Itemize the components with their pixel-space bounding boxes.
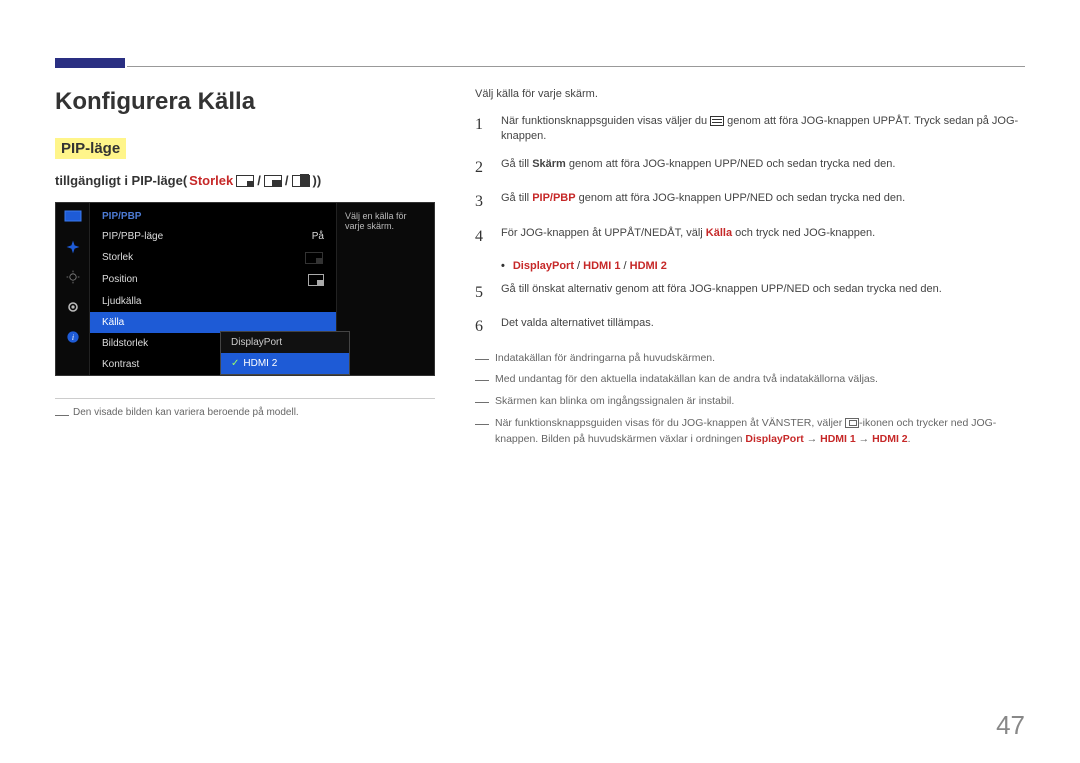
page-title: Konfigurera Källa (55, 88, 435, 116)
step-3: 3 Gå till PIP/PBP genom att föra JOG-kna… (475, 191, 1025, 213)
brightness-icon (63, 269, 83, 285)
osd-row: Position (90, 269, 336, 291)
size-icon (305, 252, 323, 264)
pip-badge: PIP-läge (55, 138, 126, 159)
osd-row-selected: Källa (90, 312, 336, 333)
cycle-icon (845, 418, 859, 428)
slash: / (285, 173, 289, 188)
header-rule (127, 66, 1025, 67)
dash-note: ―Indatakällan för ändringarna på huvudsk… (475, 351, 1025, 367)
dash-note: ―Med undantag för den aktuella indatakäl… (475, 372, 1025, 388)
osd-row: Storlek (90, 247, 336, 269)
osd-sidebar: i (56, 203, 90, 375)
svg-text:i: i (71, 333, 73, 342)
step-list-2: 5 Gå till önskat alternativ genom att fö… (475, 282, 1025, 339)
step-1: 1 När funktionsknappsguiden visas väljer… (475, 114, 1025, 145)
page-number: 47 (996, 710, 1025, 741)
dash-note: ―Skärmen kan blinka om ingångssignalen ä… (475, 394, 1025, 410)
subtitle-prefix: tillgängligt i PIP-läge( (55, 173, 187, 188)
submenu-item: DisplayPort (221, 332, 349, 353)
step-6: 6 Det valda alternativet tillämpas. (475, 316, 1025, 338)
check-icon: ✓ (231, 358, 239, 369)
menu-icon (710, 116, 724, 126)
size-small-icon (236, 175, 254, 187)
osd-main: PIP/PBP PIP/PBP-lägePå Storlek Position … (90, 203, 336, 375)
options-bullet: • DisplayPort / HDMI 1 / HDMI 2 (501, 260, 1025, 272)
osd-submenu: DisplayPort ✓HDMI 2 (220, 331, 350, 375)
dash-note-final: ― När funktionsknappsguiden visas för du… (475, 416, 1025, 448)
osd-row: Ljudkälla (90, 291, 336, 312)
position-icon (308, 274, 324, 286)
submenu-item-selected: ✓HDMI 2 (221, 353, 349, 374)
step-list: 1 När funktionsknappsguiden visas väljer… (475, 114, 1025, 248)
header-accent (55, 58, 125, 68)
nav-icon (63, 239, 83, 255)
footnote-text: Den visade bilden kan variera beroende p… (73, 407, 299, 421)
intro-text: Välj källa för varje skärm. (475, 88, 1025, 100)
step-4: 4 För JOG-knappen åt UPPÅT/NEDÅT, välj K… (475, 226, 1025, 248)
gear-icon (63, 299, 83, 315)
subtitle: tillgängligt i PIP-läge( Storlek / / )) (55, 173, 435, 188)
footnote: ― Den visade bilden kan variera beroende… (55, 398, 435, 421)
size-half-icon (292, 175, 310, 187)
osd-row: PIP/PBP-lägePå (90, 226, 336, 247)
step-5: 5 Gå till önskat alternativ genom att fö… (475, 282, 1025, 304)
slash: / (257, 173, 261, 188)
info-icon: i (63, 329, 83, 345)
step-2: 2 Gå till Skärm genom att föra JOG-knapp… (475, 157, 1025, 179)
subtitle-close: )) (313, 173, 322, 188)
size-quarter-icon (264, 175, 282, 187)
subtitle-storlek: Storlek (189, 173, 233, 188)
osd-panel: i PIP/PBP PIP/PBP-lägePå Storlek Positio… (55, 202, 435, 376)
monitor-icon (63, 209, 83, 225)
osd-help: Välj en källa för varje skärm. (336, 203, 434, 375)
osd-title: PIP/PBP (90, 203, 336, 226)
